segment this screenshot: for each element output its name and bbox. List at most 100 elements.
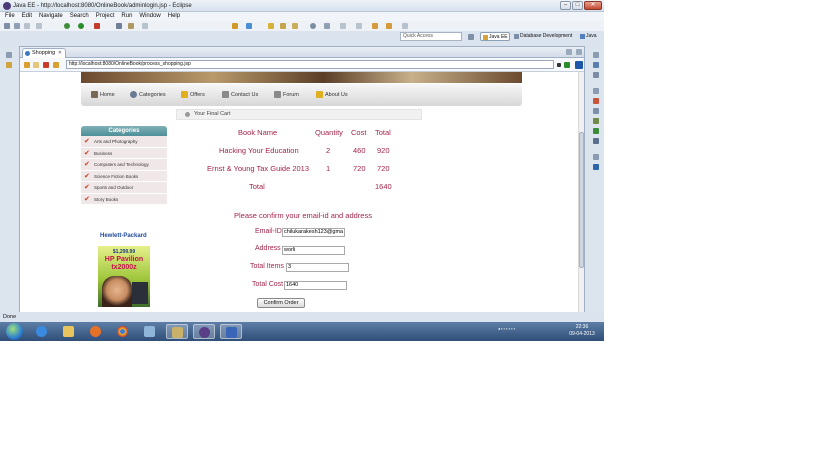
url-input[interactable]: http://localhost:8080/OnlineBook/process… [66, 60, 554, 69]
perspective-database[interactable]: Database Development [512, 32, 578, 41]
nav-contact-label: Contact Us [231, 92, 259, 98]
task-list-icon[interactable] [593, 72, 599, 78]
perspective-database-label: Database Development [520, 33, 573, 39]
menu-run[interactable]: Run [121, 12, 132, 21]
open-folder-icon[interactable] [268, 23, 274, 29]
perspective-java-ee[interactable]: Java EE [480, 32, 510, 41]
nav-contact[interactable]: Contact Us [222, 91, 259, 99]
menu-edit[interactable]: Edit [22, 12, 32, 21]
category-item[interactable]: ✔ Business [81, 147, 167, 159]
menu-icon[interactable] [575, 61, 583, 69]
category-item[interactable]: ✔ Arts and Photography [81, 136, 167, 148]
confirm-order-button[interactable]: Confirm Order [257, 298, 305, 308]
scrollbar-thumb[interactable] [579, 132, 584, 268]
menu-file[interactable]: File [5, 12, 15, 21]
nav-forum[interactable]: Forum [274, 91, 299, 99]
go-icon[interactable] [564, 62, 570, 68]
taskbar-eclipse[interactable] [193, 324, 215, 339]
console-icon[interactable] [593, 164, 599, 170]
menu-search[interactable]: Search [70, 12, 89, 21]
open-perspective-icon[interactable] [468, 34, 474, 40]
new-icon[interactable] [4, 23, 10, 29]
restore-bottom-icon[interactable] [593, 88, 599, 94]
pin-icon[interactable] [402, 23, 408, 29]
search-icon[interactable] [142, 23, 148, 29]
properties-icon[interactable] [593, 108, 599, 114]
category-item[interactable]: ✔ Computers and Technology [81, 159, 167, 171]
row2-book: Ernst & Young Tax Guide 2013 [207, 164, 310, 173]
new-class-icon[interactable] [246, 23, 252, 29]
external-tools-icon[interactable] [94, 23, 100, 29]
taskbar-media[interactable] [85, 324, 107, 339]
minimize-button[interactable]: – [560, 1, 571, 10]
tab-shopping-label: Shopping [32, 50, 56, 56]
save-icon[interactable] [14, 23, 20, 29]
back-icon[interactable] [372, 23, 378, 29]
project-explorer-icon[interactable] [6, 62, 12, 68]
nav-about[interactable]: About Us [316, 91, 348, 99]
taskbar-clock[interactable]: 22:36 09-04-2013 [567, 324, 597, 338]
taskbar-word[interactable] [220, 324, 242, 339]
address-field[interactable]: worli [282, 246, 345, 255]
category-item[interactable]: ✔ Sports and Outdoor [81, 182, 167, 194]
stop-icon[interactable] [43, 62, 49, 68]
print-icon[interactable] [36, 23, 42, 29]
start-button[interactable] [6, 323, 23, 340]
nav-offers[interactable]: Offers [181, 91, 205, 99]
debug-icon[interactable] [64, 23, 70, 29]
restore-console-icon[interactable] [593, 154, 599, 160]
total-items-field[interactable]: 3 [286, 263, 349, 272]
browser-scrollbar[interactable] [578, 72, 584, 312]
taskbar-app[interactable] [139, 324, 161, 339]
tab-shopping[interactable]: Shopping ✕ [22, 48, 66, 58]
category-item[interactable]: ✔ Story Books [81, 193, 167, 205]
last-edit-icon[interactable] [356, 23, 362, 29]
restore-icon[interactable] [6, 52, 12, 58]
category-item[interactable]: ✔ Science Fiction Books [81, 170, 167, 182]
restore-right-icon[interactable] [593, 52, 599, 58]
snippets-icon[interactable] [593, 138, 599, 144]
minimize-editor-icon[interactable] [566, 49, 572, 55]
check-icon: ✔ [84, 184, 90, 191]
menu-navigate[interactable]: Navigate [39, 12, 63, 21]
save-all-icon[interactable] [24, 23, 30, 29]
taskbar-network[interactable] [166, 324, 188, 339]
forward-arrow-icon[interactable] [33, 62, 39, 68]
outline-icon[interactable] [593, 62, 599, 68]
close-button[interactable]: ✕ [584, 1, 602, 10]
menu-window[interactable]: Window [139, 12, 160, 21]
maximize-editor-icon[interactable] [576, 49, 582, 55]
refresh-icon[interactable] [53, 62, 59, 68]
menu-help[interactable]: Help [168, 12, 180, 21]
back-arrow-icon[interactable] [24, 62, 30, 68]
search-file-icon[interactable] [324, 23, 330, 29]
quick-access-input[interactable]: Quick Access [400, 32, 462, 41]
new-package-icon[interactable] [232, 23, 238, 29]
servers-icon[interactable] [593, 118, 599, 124]
data-source-icon[interactable] [593, 128, 599, 134]
globe-icon[interactable] [310, 23, 316, 29]
perspective-java[interactable]: Java [578, 32, 604, 41]
open-project-icon[interactable] [292, 23, 298, 29]
forward-icon[interactable] [386, 23, 392, 29]
open-type-icon[interactable] [128, 23, 134, 29]
taskbar-chrome[interactable] [112, 324, 134, 339]
new-server-icon[interactable] [116, 23, 122, 29]
nav-about-label: About Us [325, 92, 348, 98]
taskbar-explorer[interactable] [58, 324, 80, 339]
email-field[interactable]: chilukarakesh123@gma [282, 228, 345, 237]
total-cost-field[interactable]: 1640 [284, 281, 347, 290]
menu-project[interactable]: Project [96, 12, 115, 21]
close-tab-icon[interactable]: ✕ [58, 49, 62, 58]
markers-icon[interactable] [593, 98, 599, 104]
annotation-icon[interactable] [340, 23, 346, 29]
row1-cost: 460 [353, 146, 366, 155]
url-dropdown-icon[interactable] [557, 63, 561, 67]
taskbar-ie[interactable] [31, 324, 53, 339]
nav-categories[interactable]: Categories [130, 91, 166, 99]
run-icon[interactable] [78, 23, 84, 29]
hp-advert[interactable]: $1,299.99 HP Pavilion tx2000z [98, 246, 150, 307]
nav-home[interactable]: Home [91, 91, 115, 99]
open-file-icon[interactable] [280, 23, 286, 29]
maximize-button[interactable]: □ [572, 1, 583, 10]
